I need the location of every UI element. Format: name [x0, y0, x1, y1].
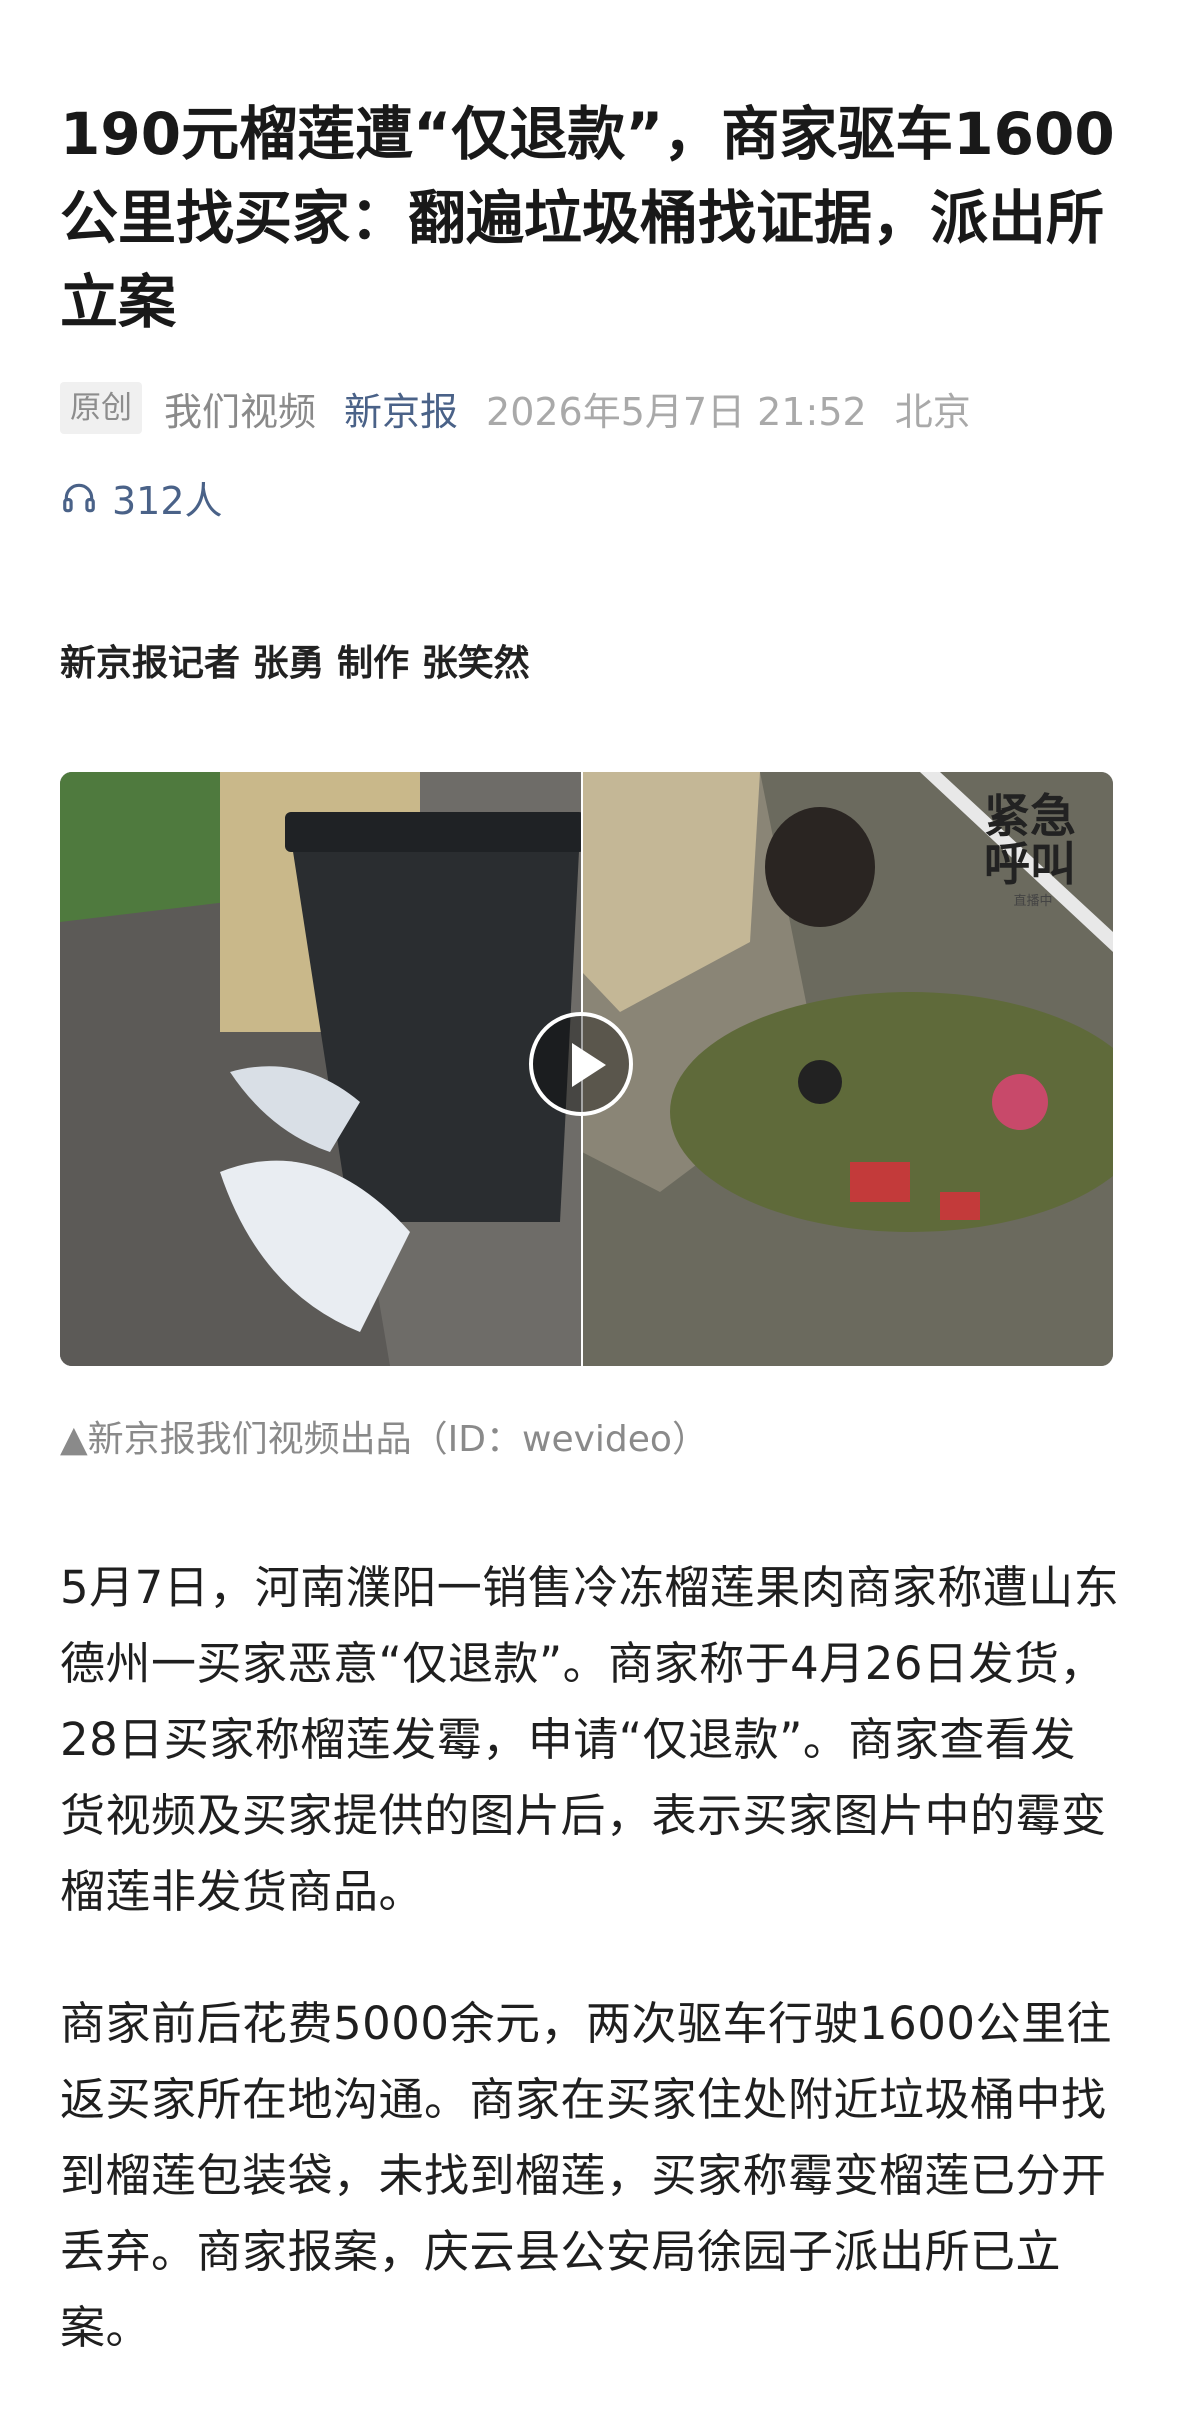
channel-name[interactable]: 我们视频 — [164, 381, 316, 436]
headphones-icon — [63, 483, 95, 512]
source-link[interactable]: 新京报 — [344, 381, 458, 436]
publish-location: 北京 — [894, 389, 971, 434]
article-meta: 原创 我们视频 新京报 2026年5月7日 21:52 北京 — [60, 381, 971, 436]
watermark-logo: 紧急呼叫 — [984, 789, 1076, 891]
article-title: 190元榴莲遭“仅退款”，商家驱车1600公里找买家：翻遍垃圾桶找证据，派出所立… — [60, 100, 1115, 336]
play-button[interactable] — [529, 1012, 633, 1116]
watermark-subtitle: 直播中 — [1013, 894, 1053, 909]
listen-count-label: 312人 — [112, 479, 223, 523]
byline: 新京报记者 张勇 制作 张笑然 — [60, 643, 530, 684]
article-page: 190元榴莲遭“仅退款”，商家驱车1600公里找买家：翻遍垃圾桶找证据，派出所立… — [0, 0, 1179, 2430]
article-paragraph: 商家前后花费5000余元，两次驱车行驶1600公里往返买家所在地沟通。商家在买家… — [60, 1997, 1113, 2354]
listen-count[interactable]: 312人 — [60, 470, 223, 525]
article-paragraph: 5月7日，河南濮阳一销售冷冻榴莲果肉商家称遭山东德州一买家恶意“仅退款”。商家称… — [60, 1561, 1120, 1918]
play-icon — [572, 1043, 606, 1087]
original-tag: 原创 — [60, 382, 142, 434]
video-player[interactable]: 紧急呼叫 直播中 — [60, 772, 1113, 1366]
video-caption: ▲新京报我们视频出品（ID：wevideo） — [60, 1419, 708, 1460]
publish-date: 2026年5月7日 21:52 — [486, 389, 867, 434]
